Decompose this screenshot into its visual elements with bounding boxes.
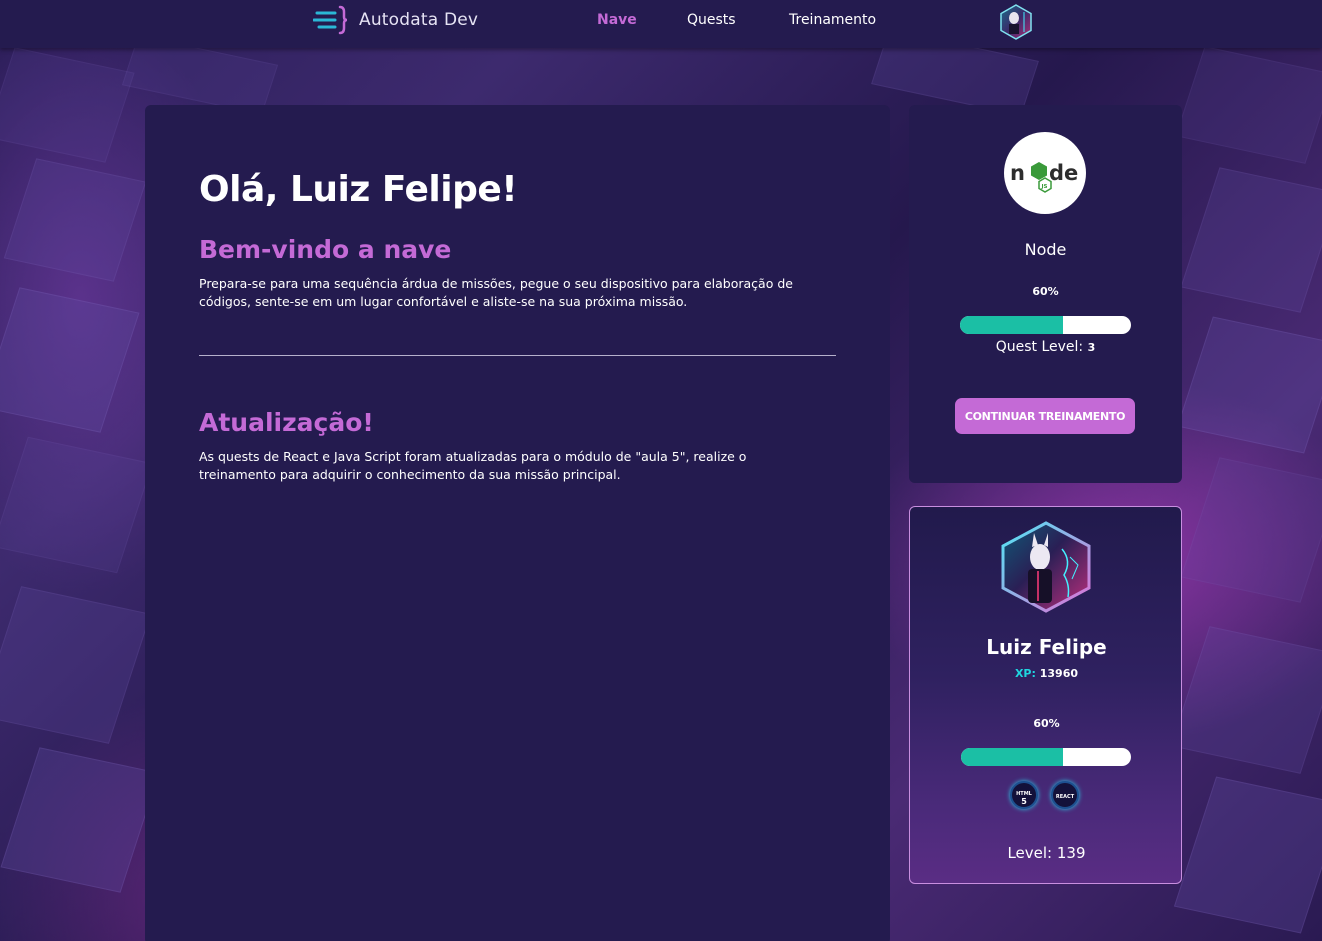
quest-level-label: Quest Level: [995,339,1084,355]
course-name: Node [1024,240,1067,259]
xp-value: 13960 [1039,667,1079,680]
level-label: Level: [1007,844,1053,862]
course-progress-label: 60% [1032,285,1059,298]
background-tile [0,287,140,433]
background-tile [3,158,147,282]
nav-item-treinamento[interactable]: Treinamento [789,12,876,28]
course-card: n de JS Node 60% Quest Level: 3 CONTINUA… [909,105,1182,483]
welcome-text: Prepara-se para uma sequência árdua de m… [199,276,793,309]
svg-text:JS: JS [1041,184,1048,190]
react-icon[interactable]: REACT [1051,781,1079,809]
course-progress-bar [960,316,1131,334]
profile-progress-bar [961,748,1131,766]
continue-training-button[interactable]: CONTINUAR TREINAMENTO [955,398,1135,434]
background-tile [0,47,135,163]
section-divider [199,355,836,356]
background-tile [0,747,160,893]
profile-progress-fill [961,748,1063,766]
user-xp: XP: 13960 [910,667,1183,680]
xp-label: XP: [1014,667,1036,680]
quest-level-value: 3 [1087,341,1096,354]
main-nav: Nave Quests Treinamento [0,12,1322,32]
profile-progress-label: 60% [1033,717,1060,730]
update-text: As quests de React e Java Script foram a… [199,449,747,482]
quest-level: Quest Level: 3 [909,339,1182,355]
background-tile [0,436,153,574]
background-tile [1177,316,1322,454]
profile-card: Luiz Felipe XP: 13960 60% HTML 5 REACT L… [909,506,1182,884]
course-progress-fill [960,316,1063,334]
background-tile [0,586,152,744]
update-title: Atualização! [199,408,374,437]
node-logo: n de JS [1004,132,1086,214]
welcome-title: Bem-vindo a nave [199,235,452,264]
user-level: Level: 139 [910,844,1183,862]
level-value: 139 [1056,844,1086,862]
html5-icon[interactable]: HTML 5 [1010,781,1038,809]
profile-avatar[interactable] [998,521,1094,613]
background-tile [1173,776,1322,934]
nav-item-quests[interactable]: Quests [687,12,736,28]
svg-text:de: de [1049,161,1078,185]
top-navbar: Autodata Dev Nave Quests Treinamento [0,0,1322,48]
main-panel: Olá, Luiz Felipe! Bem-vindo a nave Prepa… [145,105,890,941]
svg-text:n: n [1010,161,1025,185]
nodejs-icon: n de JS [1010,161,1078,193]
skill-react-label: REACT [1055,794,1075,800]
background-tile [1180,167,1322,313]
skill-html-version: 5 [1021,797,1027,806]
background-tile [1175,46,1322,164]
user-avatar[interactable] [998,4,1034,40]
user-name: Luiz Felipe [986,635,1107,659]
nav-item-nave[interactable]: Nave [597,12,637,28]
background-tile [1170,626,1322,774]
page-title: Olá, Luiz Felipe! [199,169,518,210]
skill-badges: HTML 5 REACT [1010,781,1083,809]
background-tile [1180,457,1322,603]
